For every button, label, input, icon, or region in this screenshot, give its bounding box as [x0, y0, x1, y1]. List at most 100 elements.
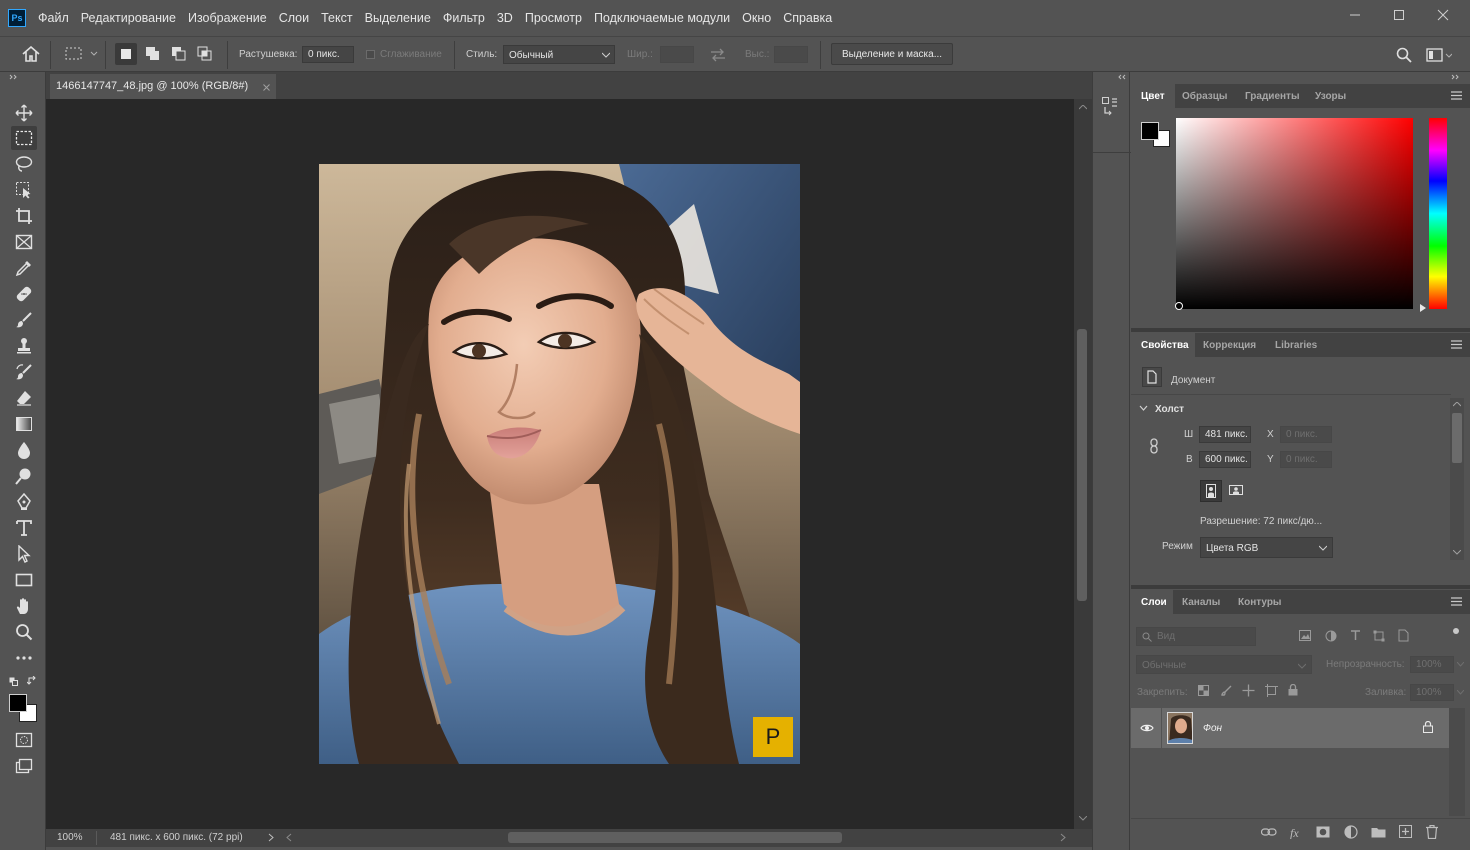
hue-slider-handle[interactable]: [1420, 304, 1427, 312]
document-tab[interactable]: 1466147747_48.jpg @ 100% (RGB/8#): [50, 74, 276, 99]
panel-menu-icon[interactable]: [1451, 340, 1462, 349]
blend-mode-select[interactable]: Обычные: [1136, 655, 1312, 674]
blur-tool[interactable]: [11, 438, 37, 462]
horizontal-scroll-thumb[interactable]: [508, 832, 842, 843]
eyedropper-tool[interactable]: [11, 256, 37, 280]
link-layers-icon[interactable]: [1261, 828, 1277, 837]
collapse-arrows-icon[interactable]: [1116, 74, 1126, 80]
search-button[interactable]: [1396, 47, 1412, 63]
default-colors-button[interactable]: [9, 677, 19, 687]
filter-type-icon[interactable]: [1350, 630, 1361, 641]
opacity-input[interactable]: 100%: [1410, 656, 1454, 673]
eraser-tool[interactable]: [11, 386, 37, 410]
quick-mask-button[interactable]: [11, 728, 37, 752]
properties-scroll-thumb[interactable]: [1452, 413, 1462, 463]
tab-channels[interactable]: Каналы: [1182, 590, 1220, 614]
canvas-y-input[interactable]: 0 пикс.: [1280, 451, 1332, 468]
chevron-down-icon[interactable]: [1457, 690, 1464, 695]
panel-foreground-swatch[interactable]: [1141, 122, 1159, 140]
layers-scrollbar[interactable]: [1449, 708, 1465, 816]
filter-toggle[interactable]: [1453, 628, 1459, 634]
history-brush-tool[interactable]: [11, 360, 37, 384]
antialias-checkbox[interactable]: [366, 50, 375, 59]
canvas-x-input[interactable]: 0 пикс.: [1280, 426, 1332, 443]
menu-image[interactable]: Изображение: [188, 11, 267, 25]
height-input[interactable]: [774, 46, 808, 63]
tab-gradients[interactable]: Градиенты: [1245, 84, 1300, 108]
fill-input[interactable]: 100%: [1410, 684, 1454, 701]
scroll-down-icon[interactable]: [1079, 816, 1087, 821]
eye-icon[interactable]: [1140, 723, 1154, 733]
scroll-up-icon[interactable]: [1079, 105, 1087, 110]
menu-3d[interactable]: 3D: [497, 11, 513, 25]
subtract-selection-button[interactable]: [168, 43, 190, 65]
maximize-button[interactable]: [1376, 0, 1422, 30]
trash-icon[interactable]: [1426, 825, 1438, 839]
clone-stamp-tool[interactable]: [11, 334, 37, 358]
landscape-orientation-button[interactable]: [1226, 480, 1248, 502]
scroll-down-icon[interactable]: [1453, 550, 1461, 555]
menu-edit[interactable]: Редактирование: [81, 11, 176, 25]
link-icon[interactable]: [1149, 438, 1159, 454]
menu-plugins[interactable]: Подключаемые модули: [594, 11, 730, 25]
more-tools-button[interactable]: [11, 646, 37, 670]
pen-tool[interactable]: [11, 490, 37, 514]
rectangular-marquee-tool[interactable]: [11, 126, 37, 150]
move-tool[interactable]: [11, 101, 37, 125]
scroll-up-icon[interactable]: [1453, 402, 1461, 407]
layer-name[interactable]: Фон: [1203, 723, 1222, 734]
healing-brush-tool[interactable]: [11, 282, 37, 306]
close-tab-icon[interactable]: [263, 84, 270, 91]
adjustment-layer-icon[interactable]: [1344, 825, 1358, 839]
vertical-scroll-thumb[interactable]: [1077, 329, 1087, 601]
tab-layers[interactable]: Слои: [1131, 590, 1173, 614]
properties-scrollbar[interactable]: [1450, 398, 1464, 560]
home-button[interactable]: [22, 46, 40, 62]
menu-help[interactable]: Справка: [783, 11, 832, 25]
intersect-selection-button[interactable]: [194, 43, 216, 65]
tab-adjustments[interactable]: Коррекция: [1203, 333, 1256, 357]
menu-file[interactable]: Файл: [38, 11, 69, 25]
vertical-scrollbar[interactable]: [1074, 99, 1092, 829]
chevron-down-icon[interactable]: [1139, 405, 1148, 411]
panel-menu-icon[interactable]: [1451, 91, 1462, 100]
panel-menu-icon[interactable]: [1451, 597, 1462, 606]
menu-window[interactable]: Окно: [742, 11, 771, 25]
hand-tool[interactable]: [11, 594, 37, 618]
chevron-right-icon[interactable]: [268, 833, 274, 842]
tab-color[interactable]: Цвет: [1131, 84, 1175, 108]
style-select[interactable]: Обычный: [503, 45, 615, 64]
scroll-right-icon[interactable]: [1060, 833, 1066, 842]
add-selection-button[interactable]: [142, 43, 164, 65]
brush-tool[interactable]: [11, 308, 37, 332]
new-group-icon[interactable]: [1371, 826, 1386, 838]
minimize-button[interactable]: [1332, 0, 1378, 30]
lock-artboard-icon[interactable]: [1265, 684, 1278, 697]
hue-slider[interactable]: [1429, 118, 1447, 309]
feather-input[interactable]: 0 пикс.: [302, 46, 354, 63]
collapse-arrows-icon[interactable]: [9, 74, 19, 80]
object-selection-tool[interactable]: [11, 178, 37, 202]
rectangle-tool[interactable]: [11, 568, 37, 592]
scroll-left-icon[interactable]: [286, 833, 292, 842]
tab-paths[interactable]: Контуры: [1238, 590, 1281, 614]
lock-transparency-icon[interactable]: [1198, 685, 1209, 696]
select-and-mask-button[interactable]: Выделение и маска...: [831, 43, 953, 65]
tab-patterns[interactable]: Узоры: [1315, 84, 1346, 108]
lock-position-icon[interactable]: [1242, 684, 1255, 697]
fx-icon[interactable]: fx: [1290, 826, 1304, 839]
foreground-color-swatch[interactable]: [9, 694, 27, 712]
zoom-tool[interactable]: [11, 620, 37, 644]
filter-shape-icon[interactable]: [1373, 630, 1385, 642]
layer-filter-select[interactable]: Вид: [1136, 627, 1256, 646]
menu-layer[interactable]: Слои: [279, 11, 309, 25]
menu-filter[interactable]: Фильтр: [443, 11, 485, 25]
menu-type[interactable]: Текст: [321, 11, 352, 25]
filter-adjustment-icon[interactable]: [1325, 630, 1337, 642]
menu-select[interactable]: Выделение: [365, 11, 431, 25]
width-input[interactable]: [660, 46, 694, 63]
tool-preset-picker[interactable]: [64, 46, 100, 62]
frame-tool[interactable]: [11, 230, 37, 254]
tab-properties[interactable]: Свойства: [1131, 333, 1195, 357]
zoom-level[interactable]: 100%: [57, 832, 83, 843]
